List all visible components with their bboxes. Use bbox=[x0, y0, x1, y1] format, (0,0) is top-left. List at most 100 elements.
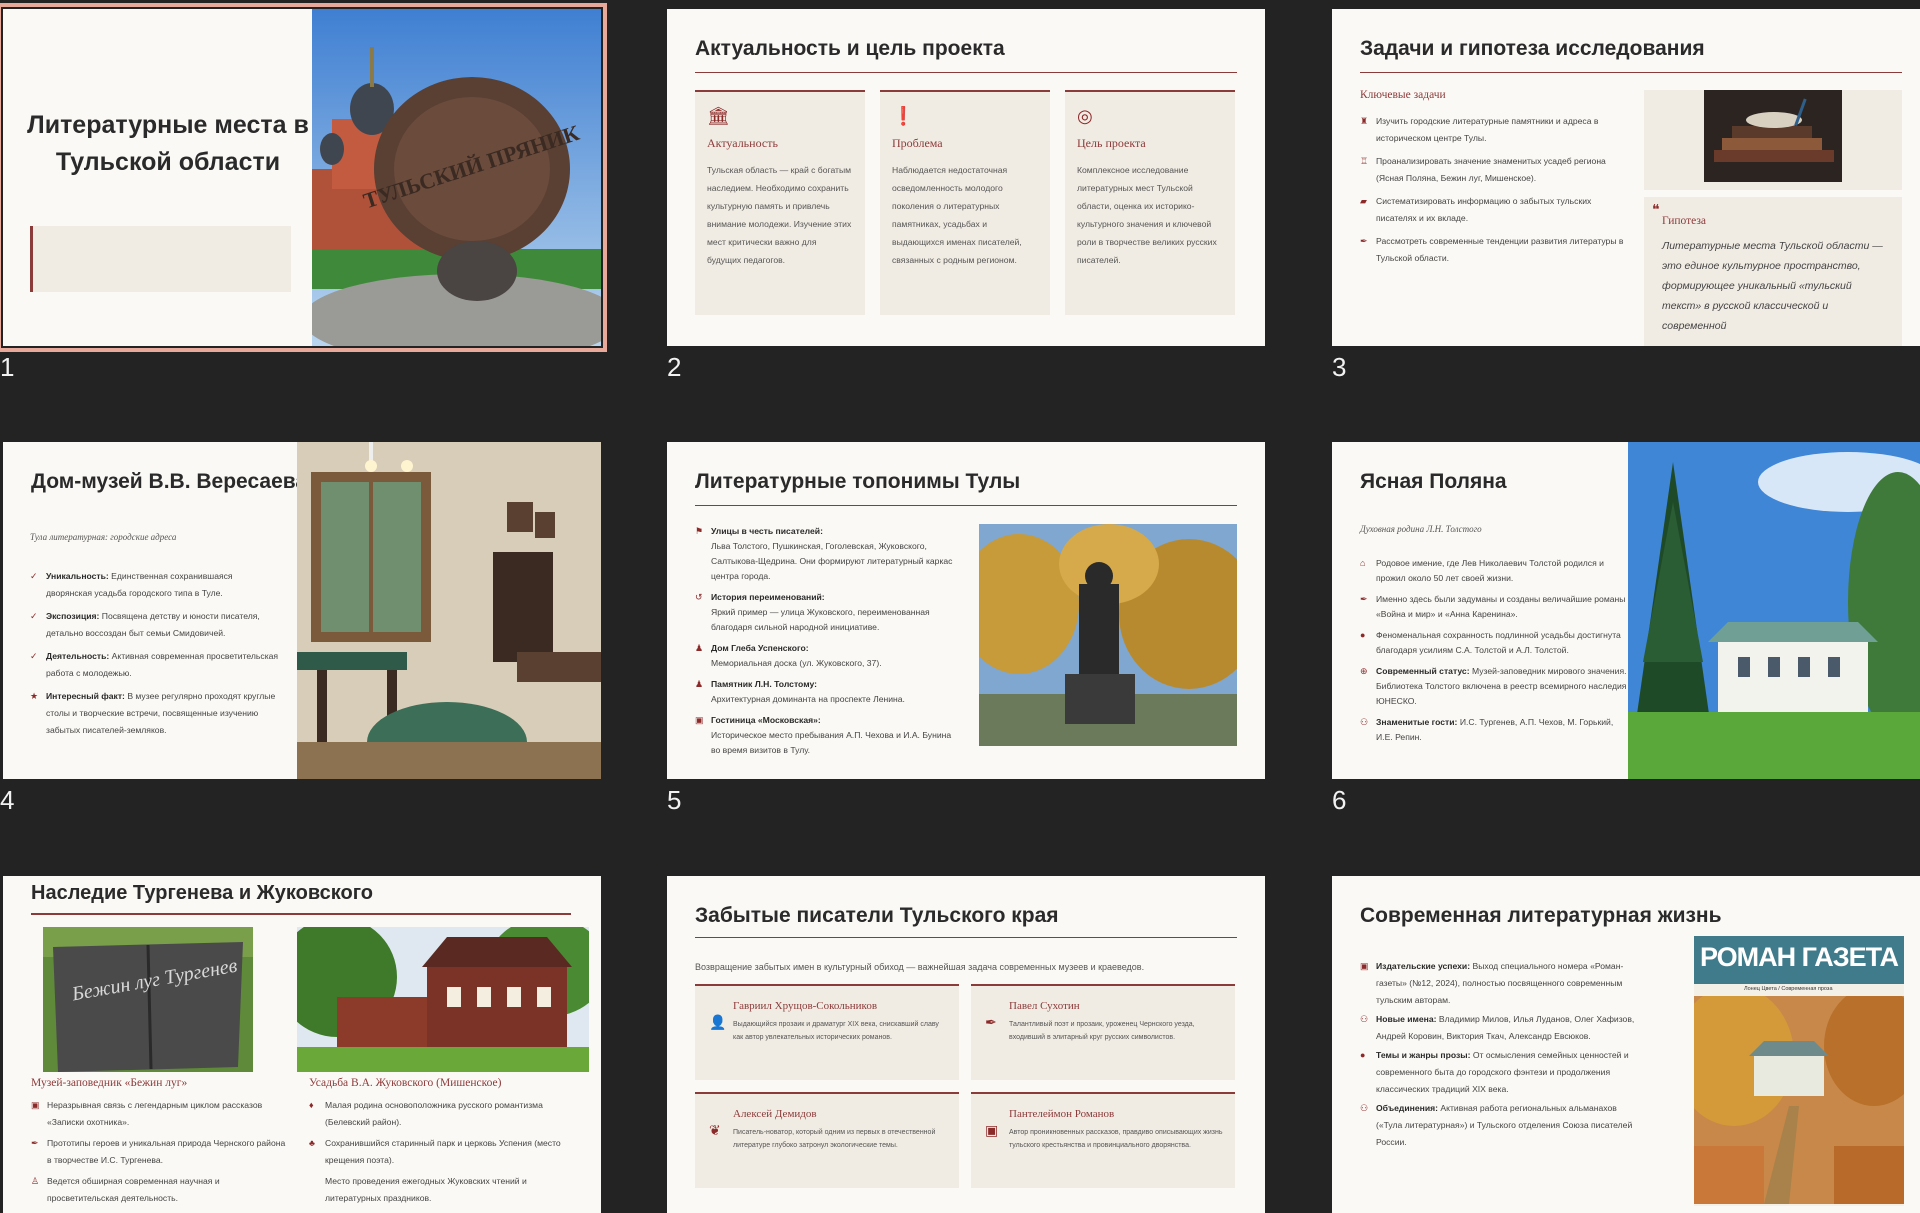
writer-card: ✒ Павел Сухотин Талантливый поэт и проза… bbox=[971, 984, 1235, 1080]
tasks-list: ♜ Изучить городские литературные памятник… bbox=[1360, 113, 1625, 273]
info-card-goal: ◎ Цель проекта Комплексное исследование … bbox=[1065, 90, 1235, 315]
item-text: Сохранившийся старинный парк и церковь У… bbox=[325, 1138, 561, 1165]
list-item: ✓ Уникальность: Единственная сохранившаяс… bbox=[30, 568, 280, 602]
hypothesis-text: Литературные места Тульской области — эт… bbox=[1662, 240, 1883, 332]
slide-number-1: 1 bbox=[0, 352, 15, 382]
writer-text: Талантливый поэт и прозаик, уроженец Чер… bbox=[1009, 1021, 1195, 1041]
list-item: ▣ Издательские успехи: Выход специального… bbox=[1360, 958, 1635, 1009]
writer-text: Писатель-новатор, который одним из первы… bbox=[733, 1129, 936, 1149]
photo-graphic: ТУЛЬСКИЙ ПРЯНИК bbox=[312, 9, 601, 346]
slide-thumbnail-2[interactable]: Актуальность и цель проекта 🏛 Актуальнос… bbox=[667, 9, 1265, 346]
photo-graphic bbox=[1628, 442, 1920, 779]
check-icon: ✓ bbox=[30, 571, 38, 581]
quote-icon: ❝ bbox=[1652, 201, 1660, 217]
item-label: Объединения: bbox=[1376, 1103, 1438, 1113]
slide-thumbnail-1[interactable]: Литературные места в Тульской области ТУ… bbox=[0, 3, 607, 352]
card-title: Актуальность bbox=[707, 136, 778, 150]
heart-icon: ● bbox=[1360, 630, 1366, 640]
list-item: ▣ Гостиница «Московская»: Историческое мес… bbox=[695, 713, 960, 758]
leaf-icon: ❦ bbox=[709, 1122, 721, 1138]
slide-thumbnail-9[interactable]: Современная литературная жизнь ▣ Издатель… bbox=[1332, 876, 1920, 1213]
slide-thumbnail-6[interactable]: Ясная Поляна Духовная родина Л.Н. Толсто… bbox=[1332, 442, 1920, 779]
item-label: Гостиница «Московская»: bbox=[711, 715, 821, 725]
slide-thumbnail-3[interactable]: Задачи и гипотеза исследования Ключевые … bbox=[1332, 9, 1920, 346]
list-item: ♜ Изучить городские литературные памятник… bbox=[1360, 113, 1625, 147]
feather-icon: ✒ bbox=[1360, 594, 1368, 604]
list-item: Место проведения ежегодных Жуковских чте… bbox=[309, 1173, 579, 1207]
photo-graphic bbox=[979, 524, 1237, 746]
roman-gazeta-cover: РОМАН ГАЗЕТА Лонец Цвета / Современная п… bbox=[1694, 936, 1904, 1206]
item-label: Знаменитые гости: bbox=[1376, 717, 1458, 727]
item-label: Интересный факт: bbox=[46, 691, 125, 701]
bezhin-lug-list: ▣ Неразрывная связь с легендарным циклом … bbox=[31, 1097, 286, 1211]
autumn-estate-photo bbox=[1694, 996, 1904, 1204]
writer-name: Пантелеймон Романов bbox=[1009, 1108, 1115, 1120]
writer-name: Павел Сухотин bbox=[1009, 1000, 1080, 1012]
writer-text: Автор проникновенных рассказов, правдиво… bbox=[1009, 1129, 1223, 1149]
slide-number-2: 2 bbox=[667, 352, 682, 382]
list-item: ✒ Рассмотреть современные тенденции разви… bbox=[1360, 233, 1625, 267]
info-card-relevance: 🏛 Актуальность Тульская область — край с… bbox=[695, 90, 865, 315]
card-title: Цель проекта bbox=[1077, 136, 1146, 150]
slide-title: Литературные топонимы Тулы bbox=[695, 470, 1021, 493]
list-item: ✒ Прототипы героев и уникальная природа Ч… bbox=[31, 1135, 286, 1169]
photo-graphic: Бежин луг Тургенев bbox=[43, 927, 253, 1072]
globe-icon: ⊕ bbox=[1360, 666, 1368, 676]
person-icon: ♙ bbox=[31, 1176, 40, 1186]
item-label: Памятник Л.Н. Толстому: bbox=[711, 679, 817, 689]
writer-card: 👤 Гавриил Хрущов-Сокольников Выдающийся … bbox=[695, 984, 959, 1080]
modern-life-list: ▣ Издательские успехи: Выход специального… bbox=[1360, 958, 1635, 1153]
slide-thumbnail-7[interactable]: Наследие Тургенева и Жуковского Бежин лу… bbox=[3, 876, 601, 1213]
home-icon: ⌂ bbox=[1360, 558, 1366, 568]
target-icon: ◎ bbox=[1077, 106, 1093, 126]
info-card-problem: ❗ Проблема Наблюдается недостаточная осв… bbox=[880, 90, 1050, 315]
feather-icon: ✒ bbox=[985, 1014, 997, 1030]
title-rule bbox=[31, 913, 571, 915]
book-icon: ▣ bbox=[985, 1122, 999, 1138]
slide-number-6: 6 bbox=[1332, 785, 1347, 815]
group-icon: ⚇ bbox=[1360, 1103, 1369, 1113]
slide-title: Современная литературная жизнь bbox=[1360, 904, 1722, 927]
item-text: Неразрывная связь с легендарным циклом р… bbox=[47, 1100, 263, 1127]
item-text: Прототипы героев и уникальная природа Че… bbox=[47, 1138, 286, 1165]
slide-thumbnail-4[interactable]: Дом-музей В.В. Вересаева Тула литературн… bbox=[3, 442, 601, 779]
item-text: Ведется обширная современная научная и п… bbox=[47, 1176, 220, 1203]
writer-name: Гавриил Хрущов-Сокольников bbox=[733, 1000, 878, 1012]
bezhin-lug-caption: Музей-заповедник «Бежин луг» bbox=[31, 1077, 188, 1089]
star-icon: ★ bbox=[30, 691, 39, 701]
tula-kremlin-photo: ТУЛЬСКИЙ ПРЯНИК bbox=[312, 9, 601, 346]
item-label: Дом Глеба Успенского: bbox=[711, 643, 809, 653]
list-item: ⚇ Новые имена: Владимир Милов, Илья Лудан… bbox=[1360, 1011, 1635, 1045]
item-label: Издательские успехи: bbox=[1376, 961, 1471, 971]
item-label: Современный статус: bbox=[1376, 666, 1470, 676]
museum-icon: ♜ bbox=[1360, 116, 1369, 126]
item-label: Улицы в честь писателей: bbox=[711, 526, 823, 536]
book-icon: ▣ bbox=[31, 1100, 40, 1110]
museum-interior-photo bbox=[297, 442, 601, 779]
item-text: Родовое имение, где Лев Николаевич Толст… bbox=[1376, 558, 1604, 583]
item-label: Новые имена: bbox=[1376, 1014, 1437, 1024]
empty-text-box bbox=[30, 226, 291, 292]
task-text: Рассмотреть современные тенденции развит… bbox=[1376, 236, 1624, 263]
yasnaya-list: ⌂ Родовое имение, где Лев Николаевич Толс… bbox=[1360, 556, 1628, 751]
list-item: ♟ Памятник Л.Н. Толстому: Архитектурная до… bbox=[695, 677, 960, 707]
slide-thumbnail-8[interactable]: Забытые писатели Тульского края Возвраще… bbox=[667, 876, 1265, 1213]
slide-title: Литературные места в Тульской области bbox=[27, 111, 309, 176]
item-label: Деятельность: bbox=[46, 651, 110, 661]
item-text: Место проведения ежегодных Жуковских чте… bbox=[325, 1176, 527, 1203]
zhukovsky-list: ♦ Малая родина основоположника русского р… bbox=[309, 1097, 579, 1211]
list-item: ✓ Экспозиция: Посвящена детству и юности … bbox=[30, 608, 280, 642]
bank-icon: 🏛 bbox=[707, 106, 730, 126]
theater-icon: ● bbox=[1360, 1050, 1366, 1060]
slide-title: Наследие Тургенева и Жуковского bbox=[31, 882, 374, 904]
item-text: Льва Толстого, Пушкинская, Гоголевская, … bbox=[711, 541, 953, 581]
task-text: Систематизировать информацию о забытых т… bbox=[1376, 196, 1592, 223]
list-item: ⚇ Знаменитые гости: И.С. Тургенев, А.П. Ч… bbox=[1360, 715, 1628, 745]
title-rule bbox=[695, 72, 1237, 73]
magazine-masthead: РОМАН ГАЗЕТА bbox=[1694, 936, 1904, 984]
card-text: Тульская область — край с богатым наслед… bbox=[707, 165, 852, 265]
check-icon: ✓ bbox=[30, 611, 38, 621]
slide-title: Актуальность и цель проекта bbox=[695, 37, 1005, 60]
books-photo-frame bbox=[1644, 90, 1902, 190]
slide-thumbnail-5[interactable]: Литературные топонимы Тулы ⚑ Улицы в чест… bbox=[667, 442, 1265, 779]
